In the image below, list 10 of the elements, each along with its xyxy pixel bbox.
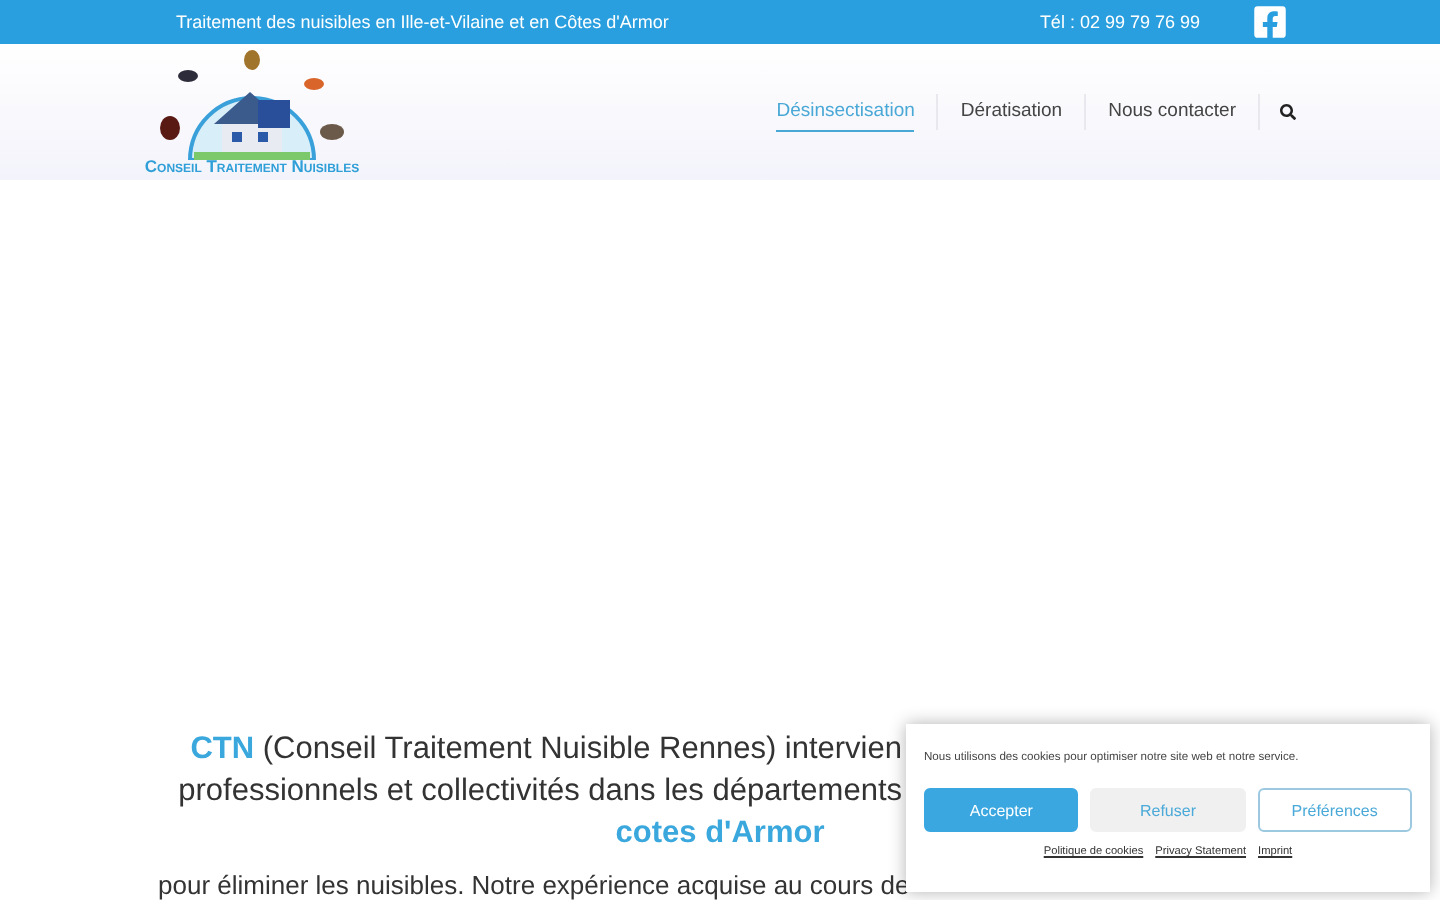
nav-link[interactable]: Nous contacter xyxy=(1108,92,1236,132)
nav-link[interactable]: Dératisation xyxy=(960,92,1063,132)
intro-text: professionnels et collectivités dans les départements xyxy=(178,772,902,812)
tagline: Traitement des nuisibles en Ille-et-Vilaine et en Côtes d'Armor xyxy=(176,12,669,32)
search-icon[interactable] xyxy=(1280,104,1296,120)
intro-text: CTN (Conseil Traitement Nuisible Rennes) intervien xyxy=(190,730,902,770)
logo-text: Conseil Traitement Nuisibles xyxy=(144,156,360,176)
region-name: cotes d'Armor xyxy=(615,814,825,854)
facebook-icon[interactable] xyxy=(1252,4,1288,40)
phone-number: Tél : 02 99 79 76 99 xyxy=(1039,12,1200,32)
